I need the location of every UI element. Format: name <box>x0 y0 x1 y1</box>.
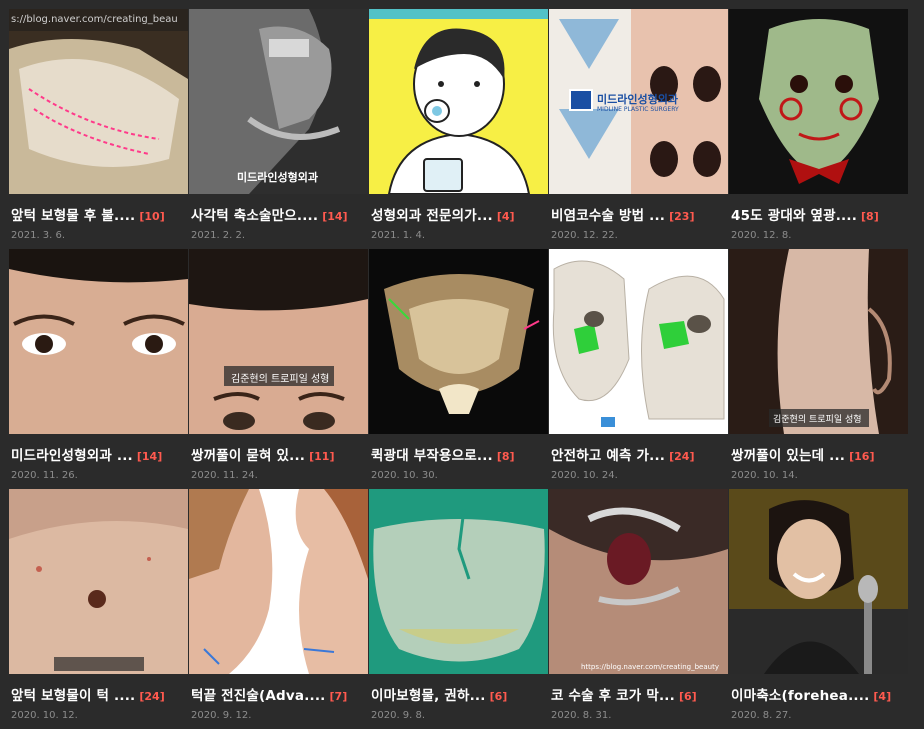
comment-count: [14] <box>322 210 348 223</box>
comment-count: [11] <box>309 450 335 463</box>
thumbnail-watermark: 미드라인성형외과 <box>237 171 318 184</box>
post-date: 2020. 10. 24. <box>551 470 618 481</box>
post-thumbnail[interactable] <box>369 9 548 194</box>
post-thumbnail[interactable]: 김준현의 트로피일 성형 <box>189 249 368 434</box>
post-title[interactable]: 앞턱 보형물이 턱 .... <box>11 684 135 704</box>
post-date: 2020. 11. 24. <box>191 470 258 481</box>
post-title[interactable]: 안전하고 예측 가... <box>551 444 665 464</box>
comment-count: [10] <box>139 210 165 223</box>
post-card[interactable]: 김준현의 트로피일 성형 쌍꺼풀이 묻혀 있... [11] 2020. 11.… <box>189 249 369 489</box>
post-thumbnail[interactable] <box>9 489 188 674</box>
post-title[interactable]: 비염코수술 방법 ... <box>551 204 665 224</box>
comment-count: [8] <box>496 450 515 463</box>
post-date: 2020. 10. 14. <box>731 470 798 481</box>
post-thumbnail[interactable]: 미드라인성형외과 MIDLINE PLASTIC SURGERY <box>549 9 728 194</box>
thumbnail-watermark: 김준현의 트로피일 성형 <box>773 415 862 425</box>
post-date: 2020. 10. 12. <box>11 710 78 721</box>
post-card[interactable]: 미드라인성형외과 ... [14] 2020. 11. 26. <box>9 249 189 489</box>
post-thumbnail[interactable] <box>369 489 548 674</box>
post-title[interactable]: 앞턱 보형물 후 불.... <box>11 204 135 224</box>
thumbnail-url-text: s://blog.naver.com/creating_beau <box>11 14 178 25</box>
post-title[interactable]: 이마축소(forehea.... <box>731 684 869 704</box>
post-thumbnail[interactable] <box>549 249 728 434</box>
thumbnail-url-text: https://blog.naver.com/creating_beauty <box>581 663 719 671</box>
post-date: 2020. 9. 8. <box>371 710 426 721</box>
post-date: 2021. 3. 6. <box>11 230 66 241</box>
post-date: 2021. 2. 2. <box>191 230 246 241</box>
post-date: 2020. 8. 31. <box>551 710 612 721</box>
post-card[interactable]: 퀵광대 부작용으로... [8] 2020. 10. 30. <box>369 249 549 489</box>
post-date: 2020. 10. 30. <box>371 470 438 481</box>
post-thumbnail[interactable] <box>369 249 548 434</box>
comment-count: [4] <box>496 210 515 223</box>
post-title[interactable]: 쌍꺼풀이 있는데 ... <box>731 444 845 464</box>
post-title[interactable]: 45도 광대와 옆광.... <box>731 204 857 224</box>
post-card[interactable]: s://blog.naver.com/creating_beau 앞턱 보형물 … <box>9 9 189 249</box>
thumbnail-watermark: 김준현의 트로피일 성형 <box>231 374 330 385</box>
thumbnail-watermark-sub: MIDLINE PLASTIC SURGERY <box>597 106 679 113</box>
post-thumbnail[interactable] <box>189 489 368 674</box>
post-title[interactable]: 이마보형물, 권하... <box>371 684 486 704</box>
post-date: 2021. 1. 4. <box>371 230 426 241</box>
post-date: 2020. 12. 8. <box>731 230 792 241</box>
post-card[interactable]: 앞턱 보형물이 턱 .... [24] 2020. 10. 12. <box>9 489 189 729</box>
post-thumbnail[interactable]: 김준현의 트로피일 성형 <box>729 249 908 434</box>
post-thumbnail-grid: s://blog.naver.com/creating_beau 앞턱 보형물 … <box>9 9 909 729</box>
post-card[interactable]: 45도 광대와 옆광.... [8] 2020. 12. 8. <box>729 9 909 249</box>
post-date: 2020. 8. 27. <box>731 710 792 721</box>
post-card[interactable]: 미드라인성형외과 사각턱 축소술만으.... [14] 2021. 2. 2. <box>189 9 369 249</box>
comment-count: [24] <box>139 690 165 703</box>
comment-count: [8] <box>861 210 879 223</box>
post-title[interactable]: 성형외과 전문의가... <box>371 204 493 224</box>
post-title[interactable]: 사각턱 축소술만으.... <box>191 204 318 224</box>
post-card[interactable]: 턱끝 전진술(Adva.... [7] 2020. 9. 12. <box>189 489 369 729</box>
comment-count: [14] <box>136 450 163 463</box>
post-date: 2020. 11. 26. <box>11 470 78 481</box>
post-card[interactable]: 이마축소(forehea.... [4] 2020. 8. 27. <box>729 489 909 729</box>
post-thumbnail[interactable] <box>9 249 188 434</box>
post-thumbnail[interactable] <box>729 489 908 674</box>
post-card[interactable]: https://blog.naver.com/creating_beauty 코… <box>549 489 729 729</box>
post-card[interactable]: 성형외과 전문의가... [4] 2021. 1. 4. <box>369 9 549 249</box>
post-date: 2020. 9. 12. <box>191 710 252 721</box>
post-title[interactable]: 미드라인성형외과 ... <box>11 444 133 464</box>
post-date: 2020. 12. 22. <box>551 230 618 241</box>
post-thumbnail[interactable] <box>729 9 908 194</box>
post-card[interactable]: 김준현의 트로피일 성형 쌍꺼풀이 있는데 ... [16] 2020. 10.… <box>729 249 909 489</box>
comment-count: [16] <box>849 450 875 463</box>
post-card[interactable]: 이마보형물, 권하... [6] 2020. 9. 8. <box>369 489 549 729</box>
post-thumbnail[interactable]: 미드라인성형외과 <box>189 9 368 194</box>
post-card[interactable]: 안전하고 예측 가... [24] 2020. 10. 24. <box>549 249 729 489</box>
post-title[interactable]: 턱끝 전진술(Adva.... <box>191 684 326 704</box>
post-thumbnail[interactable]: https://blog.naver.com/creating_beauty <box>549 489 728 674</box>
comment-count: [4] <box>873 690 892 703</box>
comment-count: [6] <box>678 690 697 703</box>
comment-count: [7] <box>329 690 348 703</box>
comment-count: [24] <box>669 450 695 463</box>
comment-count: [6] <box>489 690 508 703</box>
comment-count: [23] <box>669 210 695 223</box>
thumbnail-watermark: 미드라인성형외과 <box>597 93 678 106</box>
post-title[interactable]: 쌍꺼풀이 묻혀 있... <box>191 444 305 464</box>
post-card[interactable]: 미드라인성형외과 MIDLINE PLASTIC SURGERY 비염코수술 방… <box>549 9 729 249</box>
post-title[interactable]: 코 수술 후 코가 막... <box>551 684 675 704</box>
post-title[interactable]: 퀵광대 부작용으로... <box>371 444 493 464</box>
post-thumbnail[interactable]: s://blog.naver.com/creating_beau <box>9 9 188 194</box>
